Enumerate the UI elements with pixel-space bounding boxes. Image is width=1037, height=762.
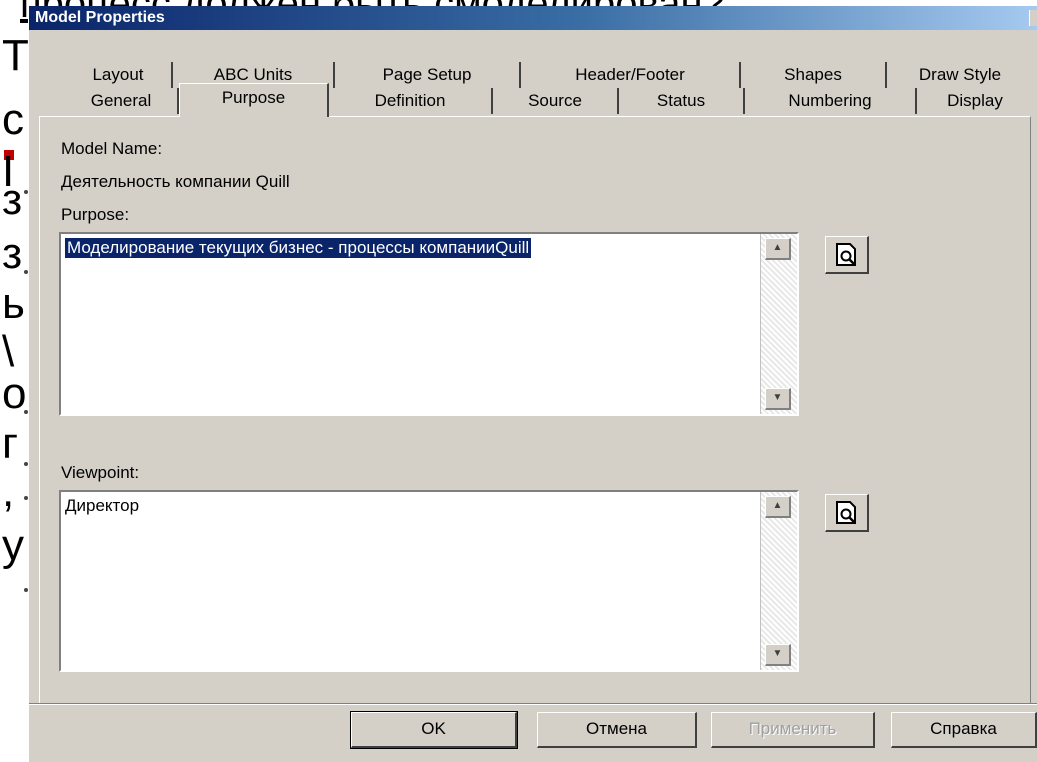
purpose-scrollbar[interactable]: ▲ ▼ — [760, 234, 797, 414]
help-button[interactable]: Справка — [891, 712, 1037, 748]
slide-text-fragment: з — [2, 175, 23, 224]
tab-display[interactable]: Display — [917, 88, 1033, 114]
scroll-up-icon[interactable]: ▲ — [765, 496, 791, 518]
viewpoint-scrollbar[interactable]: ▲ ▼ — [760, 492, 797, 670]
scroll-down-icon[interactable]: ▼ — [765, 644, 791, 666]
button-separator — [29, 703, 1037, 704]
tab-general[interactable]: General — [65, 88, 179, 114]
purpose-browse-button[interactable] — [825, 236, 869, 274]
preview-icon — [836, 501, 856, 524]
tab-page-setup[interactable]: Page Setup — [335, 62, 521, 88]
purpose-label: Purpose: — [61, 205, 130, 224]
viewpoint-text: Директор — [65, 496, 140, 515]
tab-header-footer[interactable]: Header/Footer — [521, 62, 741, 88]
tab-definition[interactable]: Definition — [329, 88, 493, 114]
slide-text-fragment: Т — [2, 31, 29, 80]
slide-text-fragment: \ — [2, 327, 15, 376]
tab-source[interactable]: Source — [493, 88, 619, 114]
tab-purpose[interactable]: Purpose — [179, 83, 329, 117]
tab-shapes[interactable]: Shapes — [741, 62, 887, 88]
scroll-down-icon[interactable]: ▼ — [765, 388, 791, 410]
purpose-text: Моделирование текущих бизнес - процессы … — [65, 238, 532, 258]
model-name-label: Model Name: — [61, 139, 163, 158]
slide-text-fragment: о — [2, 369, 27, 418]
preview-icon — [836, 243, 856, 266]
ok-button[interactable]: OK — [350, 711, 518, 749]
model-properties-dialog: Model Properties Layout ABC Units Page S… — [28, 6, 1037, 762]
slide-text-fragment: ь — [2, 279, 25, 328]
slide-text-fragment: с — [2, 95, 24, 144]
slide-text-fragment: з — [2, 229, 23, 278]
model-name-value: Деятельность компании Quill — [61, 172, 290, 191]
dialog-title: Model Properties — [35, 9, 165, 26]
cancel-button[interactable]: Отмена — [537, 712, 697, 748]
tab-numbering[interactable]: Numbering — [745, 88, 917, 114]
tab-row-front: General Purpose Definition Source Status… — [29, 83, 1037, 117]
slide-text-fragment: у — [2, 521, 24, 570]
apply-button[interactable]: Применить — [711, 712, 875, 748]
viewpoint-textarea[interactable]: Директор ▲ ▼ — [59, 490, 799, 672]
slide-text-fragment: г — [2, 419, 19, 468]
close-button[interactable] — [1029, 10, 1037, 26]
viewpoint-label: Viewpoint: — [61, 463, 140, 482]
tab-layout[interactable]: Layout — [65, 62, 173, 88]
purpose-textarea[interactable]: Моделирование текущих бизнес - процессы … — [59, 232, 799, 416]
tab-status[interactable]: Status — [619, 88, 745, 114]
tab-draw-style[interactable]: Draw Style — [887, 62, 1033, 88]
slide-text-fragment: , — [2, 467, 15, 516]
viewpoint-browse-button[interactable] — [825, 494, 869, 532]
dialog-title-bar[interactable]: Model Properties — [29, 6, 1037, 30]
scroll-up-icon[interactable]: ▲ — [765, 238, 791, 260]
